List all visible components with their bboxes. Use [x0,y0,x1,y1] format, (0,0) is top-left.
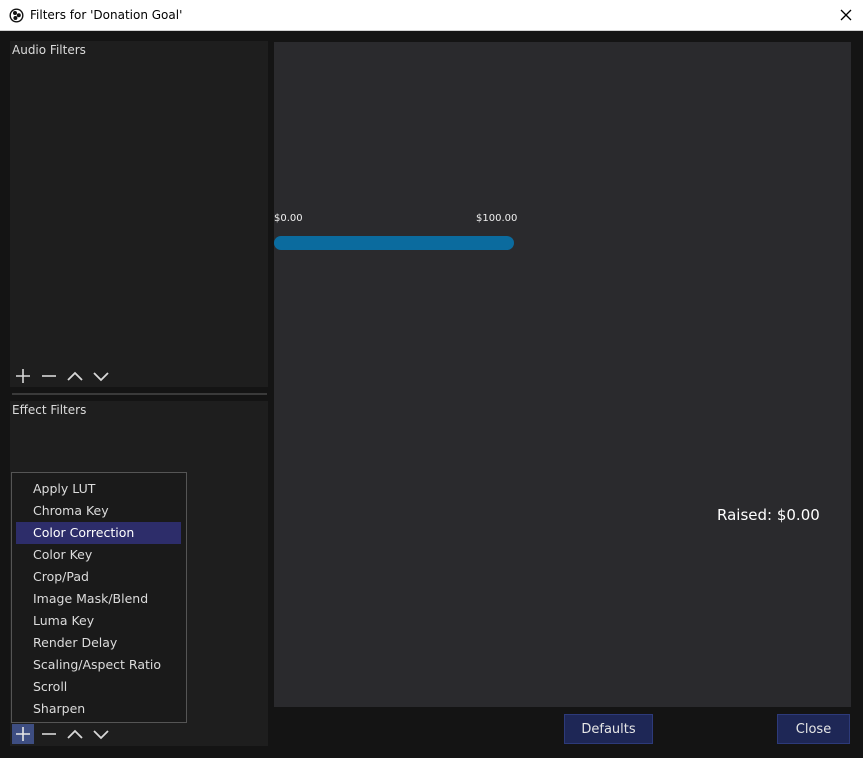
title-bar: Filters for 'Donation Goal' [0,0,863,31]
menu-item[interactable]: Luma Key [16,610,181,632]
obs-icon [9,8,24,23]
remove-icon[interactable] [38,724,60,744]
effect-filters-label: Effect Filters [12,403,87,417]
goal-progress-bar [274,236,514,250]
menu-item[interactable]: Image Mask/Blend [16,588,181,610]
move-down-icon[interactable] [90,366,112,386]
panel-splitter[interactable] [12,393,267,395]
menu-item[interactable]: Scroll [16,676,181,698]
menu-item[interactable]: Apply LUT [16,478,181,500]
close-icon[interactable] [836,5,856,25]
menu-item[interactable]: Color Correction [16,522,181,544]
menu-item[interactable]: Crop/Pad [16,566,181,588]
remove-icon[interactable] [38,366,60,386]
move-up-icon[interactable] [64,724,86,744]
audio-filters-list[interactable]: Audio Filters [10,41,268,387]
menu-item[interactable]: Scaling/Aspect Ratio [16,654,181,676]
goal-max-label: $100.00 [476,213,518,224]
menu-item[interactable]: Chroma Key [16,500,181,522]
raised-text: Raised: $0.00 [717,506,820,524]
move-down-icon[interactable] [90,724,112,744]
window-title: Filters for 'Donation Goal' [30,8,183,22]
add-icon[interactable] [12,366,34,386]
audio-filters-label: Audio Filters [12,43,86,57]
defaults-button[interactable]: Defaults [564,714,653,744]
menu-item[interactable]: Sharpen [16,698,181,720]
menu-item[interactable]: Color Key [16,544,181,566]
source-preview: $0.00 $100.00 Raised: $0.00 [274,42,851,707]
add-icon[interactable] [12,724,34,744]
menu-item[interactable]: Render Delay [16,632,181,654]
close-button[interactable]: Close [777,714,850,744]
goal-min-label: $0.00 [274,213,303,224]
move-up-icon[interactable] [64,366,86,386]
add-filter-menu: Apply LUT Chroma Key Color Correction Color… [11,472,187,723]
